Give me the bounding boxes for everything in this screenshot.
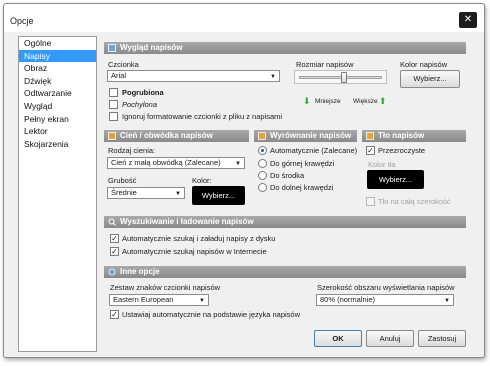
ignore-formatting-checkbox[interactable] xyxy=(109,112,118,121)
thickness-value: Średnie xyxy=(111,188,137,197)
chevron-down-icon: ▼ xyxy=(444,298,450,304)
sidebar-item-skojarzenia[interactable]: Skojarzenia xyxy=(19,138,96,151)
chevron-down-icon: ▼ xyxy=(175,191,181,197)
alignment-section-title: Wyrównanie napisów xyxy=(270,131,352,140)
align-auto-label: Automatycznie (Zalecane) xyxy=(270,146,358,155)
full-width-label: Tło na całą szerokość xyxy=(378,197,451,206)
close-icon: ✕ xyxy=(463,14,473,25)
arrow-down-icon[interactable]: ⬇ xyxy=(303,96,311,107)
size-label: Rozmiar napisów xyxy=(296,60,354,69)
chevron-down-icon: ▼ xyxy=(199,298,205,304)
smaller-label: Mniejsze xyxy=(315,98,341,105)
sidebar-item-pelny-ekran[interactable]: Pełny ekran xyxy=(19,113,96,126)
sidebar-item-ogolne[interactable]: Ogólne xyxy=(19,37,96,50)
shadow-section-header: Cień / obwódka napisów xyxy=(104,130,249,142)
close-button[interactable]: ✕ xyxy=(459,12,477,28)
auto-charset-label: Ustawiaj automatycznie na podstawie języ… xyxy=(122,310,301,319)
shadow-icon xyxy=(108,132,116,140)
transparent-checkbox[interactable]: ✓ xyxy=(366,146,375,155)
sidebar-item-odtwarzanie[interactable]: Odtwarzanie xyxy=(19,87,96,100)
bold-checkbox[interactable] xyxy=(109,88,118,97)
background-color-button[interactable]: Wybierz... xyxy=(367,170,424,189)
other-section-title: Inne opcje xyxy=(120,267,160,276)
checkmark-icon: ✓ xyxy=(111,234,118,243)
align-middle-label: Do środka xyxy=(270,171,305,180)
italic-checkbox[interactable] xyxy=(109,100,118,109)
cancel-button[interactable]: Anuluj xyxy=(366,330,414,347)
background-section-title: Tło napisów xyxy=(378,131,425,140)
sidebar-item-lektor[interactable]: Lektor xyxy=(19,125,96,138)
checkmark-icon: ✓ xyxy=(367,146,374,155)
bold-label: Pogrubiona xyxy=(122,88,164,97)
auto-charset-checkbox[interactable]: ✓ xyxy=(110,310,119,319)
font-label: Czcionka xyxy=(108,60,139,69)
alignment-section-header: Wyrównanie napisów xyxy=(254,130,357,142)
font-select[interactable]: Arial ▼ xyxy=(107,70,280,82)
auto-internet-checkbox[interactable]: ✓ xyxy=(110,247,119,256)
align-icon xyxy=(258,132,266,140)
apply-button[interactable]: Zastosuj xyxy=(418,330,466,347)
checkmark-icon: ✓ xyxy=(111,310,118,319)
display-width-select[interactable]: 80% (normalnie) ▼ xyxy=(316,294,454,306)
text-color-button[interactable]: Wybierz... xyxy=(400,70,460,88)
charset-label: Zestaw znaków czcionki napisów xyxy=(110,283,221,292)
auto-load-label: Automatycznie szukaj i załaduj napisy z … xyxy=(122,234,276,243)
shadow-color-button[interactable]: Wybierz... xyxy=(192,186,245,205)
ignore-formatting-label: Ignoruj formatowanie czcionki z pliku z … xyxy=(122,112,283,121)
align-top-radio[interactable] xyxy=(258,159,267,168)
auto-load-checkbox[interactable]: ✓ xyxy=(110,234,119,243)
shadow-color-label: Kolor: xyxy=(192,176,212,185)
align-middle-radio[interactable] xyxy=(258,171,267,180)
charset-select[interactable]: Eastern European ▼ xyxy=(109,294,209,306)
sidebar-item-napisy[interactable]: Napisy xyxy=(19,49,96,63)
slider-thumb[interactable] xyxy=(341,72,347,83)
window-title: Opcje xyxy=(10,16,34,26)
thickness-select[interactable]: Średnie ▼ xyxy=(107,187,185,199)
thickness-label: Grubość xyxy=(108,176,137,185)
text-color-label: Kolor napisów xyxy=(400,60,448,69)
background-icon xyxy=(366,132,374,140)
shadow-type-select[interactable]: Cień z małą obwódką (Zalecane) ▼ xyxy=(107,157,245,169)
background-color-label: Kolor tła xyxy=(368,160,396,169)
options-window: Opcje ✕ Ogólne Napisy Obraz Dźwięk Odtwa… xyxy=(3,3,485,358)
charset-value: Eastern European xyxy=(113,295,174,304)
shadow-type-value: Cień z małą obwódką (Zalecane) xyxy=(111,158,221,167)
sidebar-item-wyglad[interactable]: Wygląd xyxy=(19,100,96,113)
search-section-title: Wyszukiwanie i ładowanie napisów xyxy=(120,217,254,226)
category-list: Ogólne Napisy Obraz Dźwięk Odtwarzanie W… xyxy=(18,36,97,352)
appearance-section-header: Wygląd napisów xyxy=(104,42,466,54)
title-bar: Opcje ✕ xyxy=(4,4,484,32)
chevron-down-icon: ▼ xyxy=(235,161,241,167)
shadow-type-label: Rodzaj cienia: xyxy=(108,146,156,155)
checkmark-icon: ✓ xyxy=(111,247,118,256)
larger-label: Większe xyxy=(353,98,378,105)
full-width-checkbox[interactable] xyxy=(366,197,375,206)
display-width-label: Szerokość obszaru wyświetlania napisów xyxy=(317,283,455,292)
other-section-header: Inne opcje xyxy=(104,266,466,278)
search-icon xyxy=(108,218,116,226)
search-section-header: Wyszukiwanie i ładowanie napisów xyxy=(104,216,466,228)
align-top-label: Do górnej krawędzi xyxy=(270,159,335,168)
align-bottom-label: Do dolnej krawędzi xyxy=(270,183,334,192)
sidebar-item-obraz[interactable]: Obraz xyxy=(19,62,96,75)
align-bottom-radio[interactable] xyxy=(258,183,267,192)
ok-button[interactable]: OK xyxy=(314,330,362,347)
italic-label: Pochylona xyxy=(122,100,158,109)
size-slider[interactable] xyxy=(294,70,387,84)
background-section-header: Tło napisów xyxy=(362,130,466,142)
auto-internet-label: Automatycznie szukaj napisów w Interneci… xyxy=(122,247,267,256)
font-select-value: Arial xyxy=(111,71,127,80)
align-auto-radio[interactable] xyxy=(258,146,267,155)
sidebar-item-dzwiek[interactable]: Dźwięk xyxy=(19,75,96,88)
transparent-label: Przezroczyste xyxy=(378,146,426,155)
shadow-section-title: Cień / obwódka napisów xyxy=(120,131,213,140)
appearance-section-title: Wygląd napisów xyxy=(120,43,183,52)
display-width-value: 80% (normalnie) xyxy=(320,295,376,304)
chevron-down-icon: ▼ xyxy=(270,74,276,80)
settings-icon xyxy=(108,268,116,276)
arrow-up-icon[interactable]: ⬆ xyxy=(379,96,387,107)
palette-icon xyxy=(108,44,116,52)
